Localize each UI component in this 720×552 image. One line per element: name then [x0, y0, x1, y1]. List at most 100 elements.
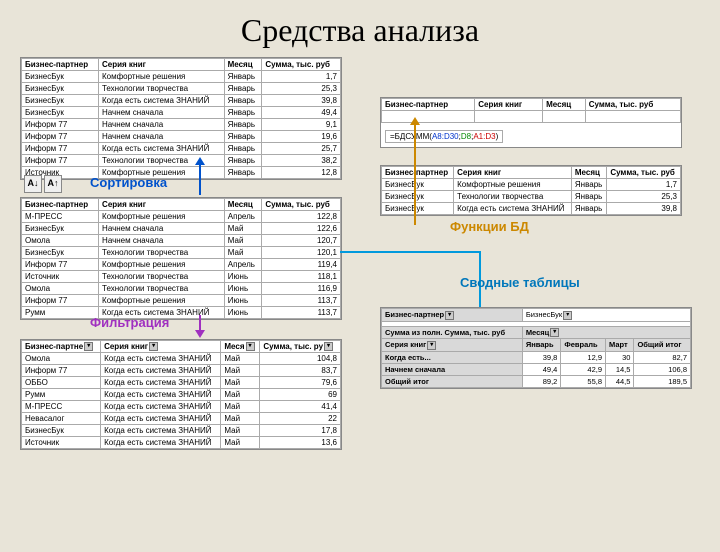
- dropdown-icon[interactable]: ▾: [550, 328, 559, 337]
- th-month: Месяц: [543, 99, 586, 111]
- th-series: Серия книг▾: [101, 341, 221, 353]
- table-row: ОББОКогда есть система ЗНАНИЙМай79,6: [22, 377, 341, 389]
- cell: Начнем сначала: [382, 363, 523, 375]
- filter-dropdown-icon[interactable]: ▾: [246, 342, 255, 351]
- cell: Информ 77: [22, 259, 99, 271]
- label-filter: Фильтрация: [90, 315, 169, 330]
- cell: Январь: [571, 203, 606, 215]
- cell: ОББО: [22, 377, 101, 389]
- cell: Когда есть система ЗНАНИЙ: [101, 437, 221, 449]
- cell: 41,4: [260, 401, 341, 413]
- cell: Комфортные решения: [99, 259, 225, 271]
- cell: 42,9: [561, 363, 606, 375]
- sort-toolbar: А↓ А↑: [24, 175, 62, 193]
- table-row: ОмолаКогда есть система ЗНАНИЙМай104,8: [22, 353, 341, 365]
- table-row: Информ 77Технологии творчестваЯнварь38,2: [22, 155, 341, 167]
- dropdown-icon[interactable]: ▾: [427, 341, 436, 350]
- cell: Июнь: [224, 271, 262, 283]
- cell: 79,6: [260, 377, 341, 389]
- th-month: Меся▾: [221, 341, 260, 353]
- table-row: ИсточникКогда есть система ЗНАНИЙМай13,6: [22, 437, 341, 449]
- th-partner: Бизнес-партнер: [382, 99, 475, 111]
- cell: Комфортные решения: [98, 71, 224, 83]
- cell: 44,5: [606, 375, 634, 387]
- dropdown-icon[interactable]: ▾: [445, 311, 454, 320]
- cell: БизнесБук: [22, 425, 101, 437]
- cell: 39,8: [607, 203, 681, 215]
- filter-dropdown-icon[interactable]: ▾: [324, 342, 333, 351]
- cell: Омола: [22, 235, 99, 247]
- cell: Румм: [22, 307, 99, 319]
- cell: 122,6: [262, 223, 341, 235]
- cell: БизнесБук: [22, 71, 99, 83]
- cell: Технологии творчества: [99, 283, 225, 295]
- table-row: БизнесБукНачнем сначалаЯнварь49,4: [22, 107, 341, 119]
- pivot-row: Начнем сначала49,442,914,5106,8: [382, 363, 691, 375]
- filter-dropdown-icon[interactable]: ▾: [149, 342, 158, 351]
- pivot-row: Когда есть...39,812,93082,7: [382, 351, 691, 363]
- cell: БизнесБук: [382, 179, 454, 191]
- pivot-page-value: БизнесБук▾: [522, 309, 690, 322]
- cell: 104,8: [260, 353, 341, 365]
- sort-desc-icon[interactable]: А↑: [44, 175, 62, 193]
- cell: Когда есть система ЗНАНИЙ: [101, 353, 221, 365]
- cell: Январь: [224, 71, 262, 83]
- cell: БизнесБук: [22, 95, 99, 107]
- db-formula: =БДСУММ(A8:D30;D8;A1:D3): [385, 130, 503, 143]
- cell: 25,7: [262, 143, 341, 155]
- cell: Источник: [22, 271, 99, 283]
- cell: Когда есть...: [382, 351, 523, 363]
- label-sort: Сортировка: [90, 175, 167, 190]
- th-partner: Бизнес-партнер: [22, 199, 99, 211]
- th-partner: Бизнес-партне▾: [22, 341, 101, 353]
- table-row: ИсточникТехнологии творчестваИюнь118,1: [22, 271, 341, 283]
- cell: Когда есть система ЗНАНИЙ: [454, 203, 572, 215]
- table-block-filtered: Бизнес-партне▾ Серия книг▾ Меся▾ Сумма, …: [20, 339, 342, 450]
- cell: 118,1: [262, 271, 341, 283]
- cell: 38,2: [262, 155, 341, 167]
- cell: Технологии творчества: [98, 83, 224, 95]
- table-row: М-ПРЕССКомфортные решенияАпрель122,8: [22, 211, 341, 223]
- cell: 1,7: [607, 179, 681, 191]
- cell: Январь: [571, 179, 606, 191]
- cell: Июнь: [224, 283, 262, 295]
- table-row: БизнесБукКогда есть система ЗНАНИЙМай17,…: [22, 425, 341, 437]
- table-row: Информ 77Начнем сначалаЯнварь19,6: [22, 131, 341, 143]
- cell: Май: [221, 425, 260, 437]
- sort-asc-icon[interactable]: А↓: [24, 175, 42, 193]
- dropdown-icon[interactable]: ▾: [563, 311, 572, 320]
- cell: Когда есть система ЗНАНИЙ: [101, 425, 221, 437]
- cell: Январь: [224, 131, 262, 143]
- cell: 82,7: [634, 351, 691, 363]
- cell: 119,4: [262, 259, 341, 271]
- filter-dropdown-icon[interactable]: ▾: [84, 342, 93, 351]
- cell: 25,3: [607, 191, 681, 203]
- label-dbfunc: Функции БД: [450, 219, 529, 234]
- th-partner: Бизнес-партнер: [382, 167, 454, 179]
- table-row: Информ 77Комфортные решенияАпрель119,4: [22, 259, 341, 271]
- th-series: Серия книг: [454, 167, 572, 179]
- table-block-sorted: Бизнес-партнер Серия книг Месяц Сумма, т…: [20, 57, 342, 180]
- cell: 49,4: [262, 107, 341, 119]
- cell: Технологии творчества: [99, 271, 225, 283]
- cell: Информ 77: [22, 131, 99, 143]
- cell: 116,9: [262, 283, 341, 295]
- cell: Технологии творчества: [454, 191, 572, 203]
- cell: Когда есть система ЗНАНИЙ: [101, 389, 221, 401]
- cell: Май: [221, 365, 260, 377]
- pivot-col-field: Месяц▾: [522, 326, 690, 339]
- cell: 17,8: [260, 425, 341, 437]
- table-row: ИсточникКомфортные решенияЯнварь12,8: [22, 167, 341, 179]
- th-sum: Сумма, тыс. руб: [585, 99, 680, 111]
- cell: Комфортные решения: [99, 211, 225, 223]
- table-block-filtered-src: Бизнес-партнер Серия книг Месяц Сумма, т…: [20, 197, 342, 320]
- cell: Информ 77: [22, 143, 99, 155]
- cell: Когда есть система ЗНАНИЙ: [101, 413, 221, 425]
- cell: Январь: [224, 167, 262, 179]
- cell: 14,5: [606, 363, 634, 375]
- cell: Июнь: [224, 307, 262, 319]
- db-criteria-block: Бизнес-партнер Серия книг Месяц Сумма, т…: [380, 97, 682, 148]
- cell: Апрель: [224, 211, 262, 223]
- cell: БизнесБук: [22, 83, 99, 95]
- table-row: Информ 77Когда есть система ЗНАНИЙМай83,…: [22, 365, 341, 377]
